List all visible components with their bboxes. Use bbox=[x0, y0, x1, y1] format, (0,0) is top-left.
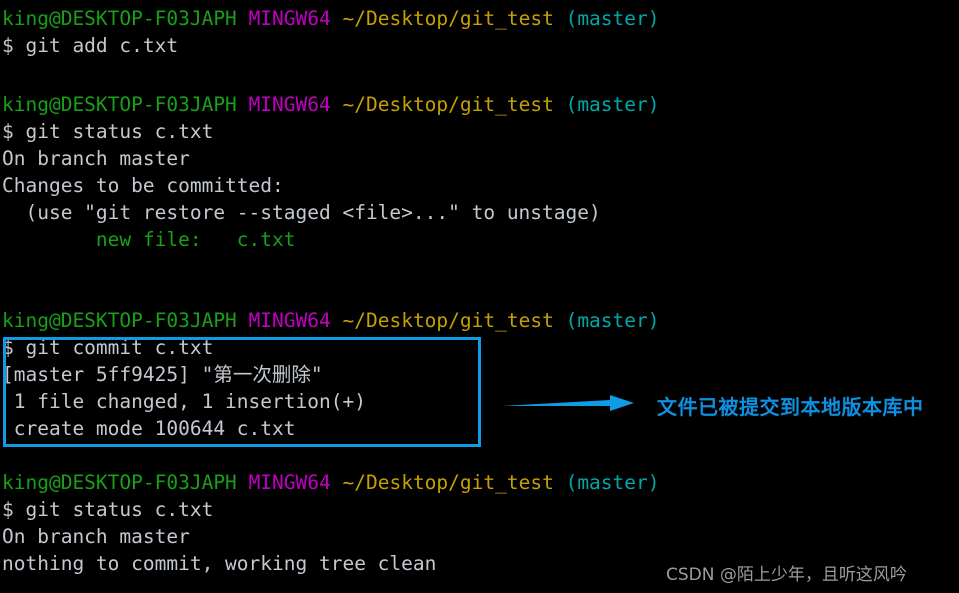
output-line-staged-file: new file: c.txt bbox=[2, 228, 296, 251]
prompt-branch: (master) bbox=[565, 309, 660, 332]
command-line-git-status[interactable]: $ git status c.txt bbox=[2, 118, 213, 145]
csdn-watermark: CSDN @陌上少年，且听这风吟 bbox=[666, 565, 907, 585]
prompt-branch: (master) bbox=[565, 7, 660, 30]
prompt-line: king@DESKTOP-F03JAPH MINGW64 ~/Desktop/g… bbox=[2, 307, 660, 334]
prompt-user-host: king@DESKTOP-F03JAPH bbox=[2, 471, 237, 494]
prompt-line: king@DESKTOP-F03JAPH MINGW64 ~/Desktop/g… bbox=[2, 91, 660, 118]
prompt-line: king@DESKTOP-F03JAPH MINGW64 ~/Desktop/g… bbox=[2, 469, 660, 496]
prompt-path: ~/Desktop/git_test bbox=[342, 93, 554, 116]
output-line-create-mode: create mode 100644 c.txt bbox=[2, 417, 296, 440]
output-line-unstage-hint: (use "git restore --staged <file>..." to… bbox=[2, 201, 601, 224]
command-line-git-status-2[interactable]: $ git status c.txt bbox=[2, 496, 213, 523]
output-line-files-changed: 1 file changed, 1 insertion(+) bbox=[2, 390, 366, 413]
prompt-user-host: king@DESKTOP-F03JAPH bbox=[2, 7, 237, 30]
prompt-user-host: king@DESKTOP-F03JAPH bbox=[2, 93, 237, 116]
annotation-arrow-icon bbox=[502, 395, 634, 411]
prompt-path: ~/Desktop/git_test bbox=[342, 7, 554, 30]
prompt-line: king@DESKTOP-F03JAPH MINGW64 ~/Desktop/g… bbox=[2, 5, 660, 32]
output-line-branch: On branch master bbox=[2, 147, 190, 170]
annotation-label: 文件已被提交到本地版本库中 bbox=[657, 395, 924, 419]
prompt-user-host: king@DESKTOP-F03JAPH bbox=[2, 309, 237, 332]
output-line-commit-summary: [master 5ff9425] "第一次删除" bbox=[2, 363, 323, 386]
prompt-shell: MINGW64 bbox=[248, 471, 331, 494]
command-line-git-add[interactable]: $ git add c.txt bbox=[2, 32, 178, 59]
prompt-shell: MINGW64 bbox=[248, 309, 331, 332]
prompt-path: ~/Desktop/git_test bbox=[342, 471, 554, 494]
prompt-shell: MINGW64 bbox=[248, 93, 331, 116]
prompt-branch: (master) bbox=[565, 93, 660, 116]
prompt-path: ~/Desktop/git_test bbox=[342, 309, 554, 332]
output-line-changes-header: Changes to be committed: bbox=[2, 174, 284, 197]
terminal-window: king@DESKTOP-F03JAPH MINGW64 ~/Desktop/g… bbox=[0, 0, 959, 593]
prompt-shell: MINGW64 bbox=[248, 7, 331, 30]
output-line-nothing-to-commit: nothing to commit, working tree clean bbox=[2, 552, 437, 575]
command-line-git-commit[interactable]: $ git commit c.txt bbox=[2, 334, 213, 361]
output-line-branch-2: On branch master bbox=[2, 525, 190, 548]
prompt-branch: (master) bbox=[565, 471, 660, 494]
